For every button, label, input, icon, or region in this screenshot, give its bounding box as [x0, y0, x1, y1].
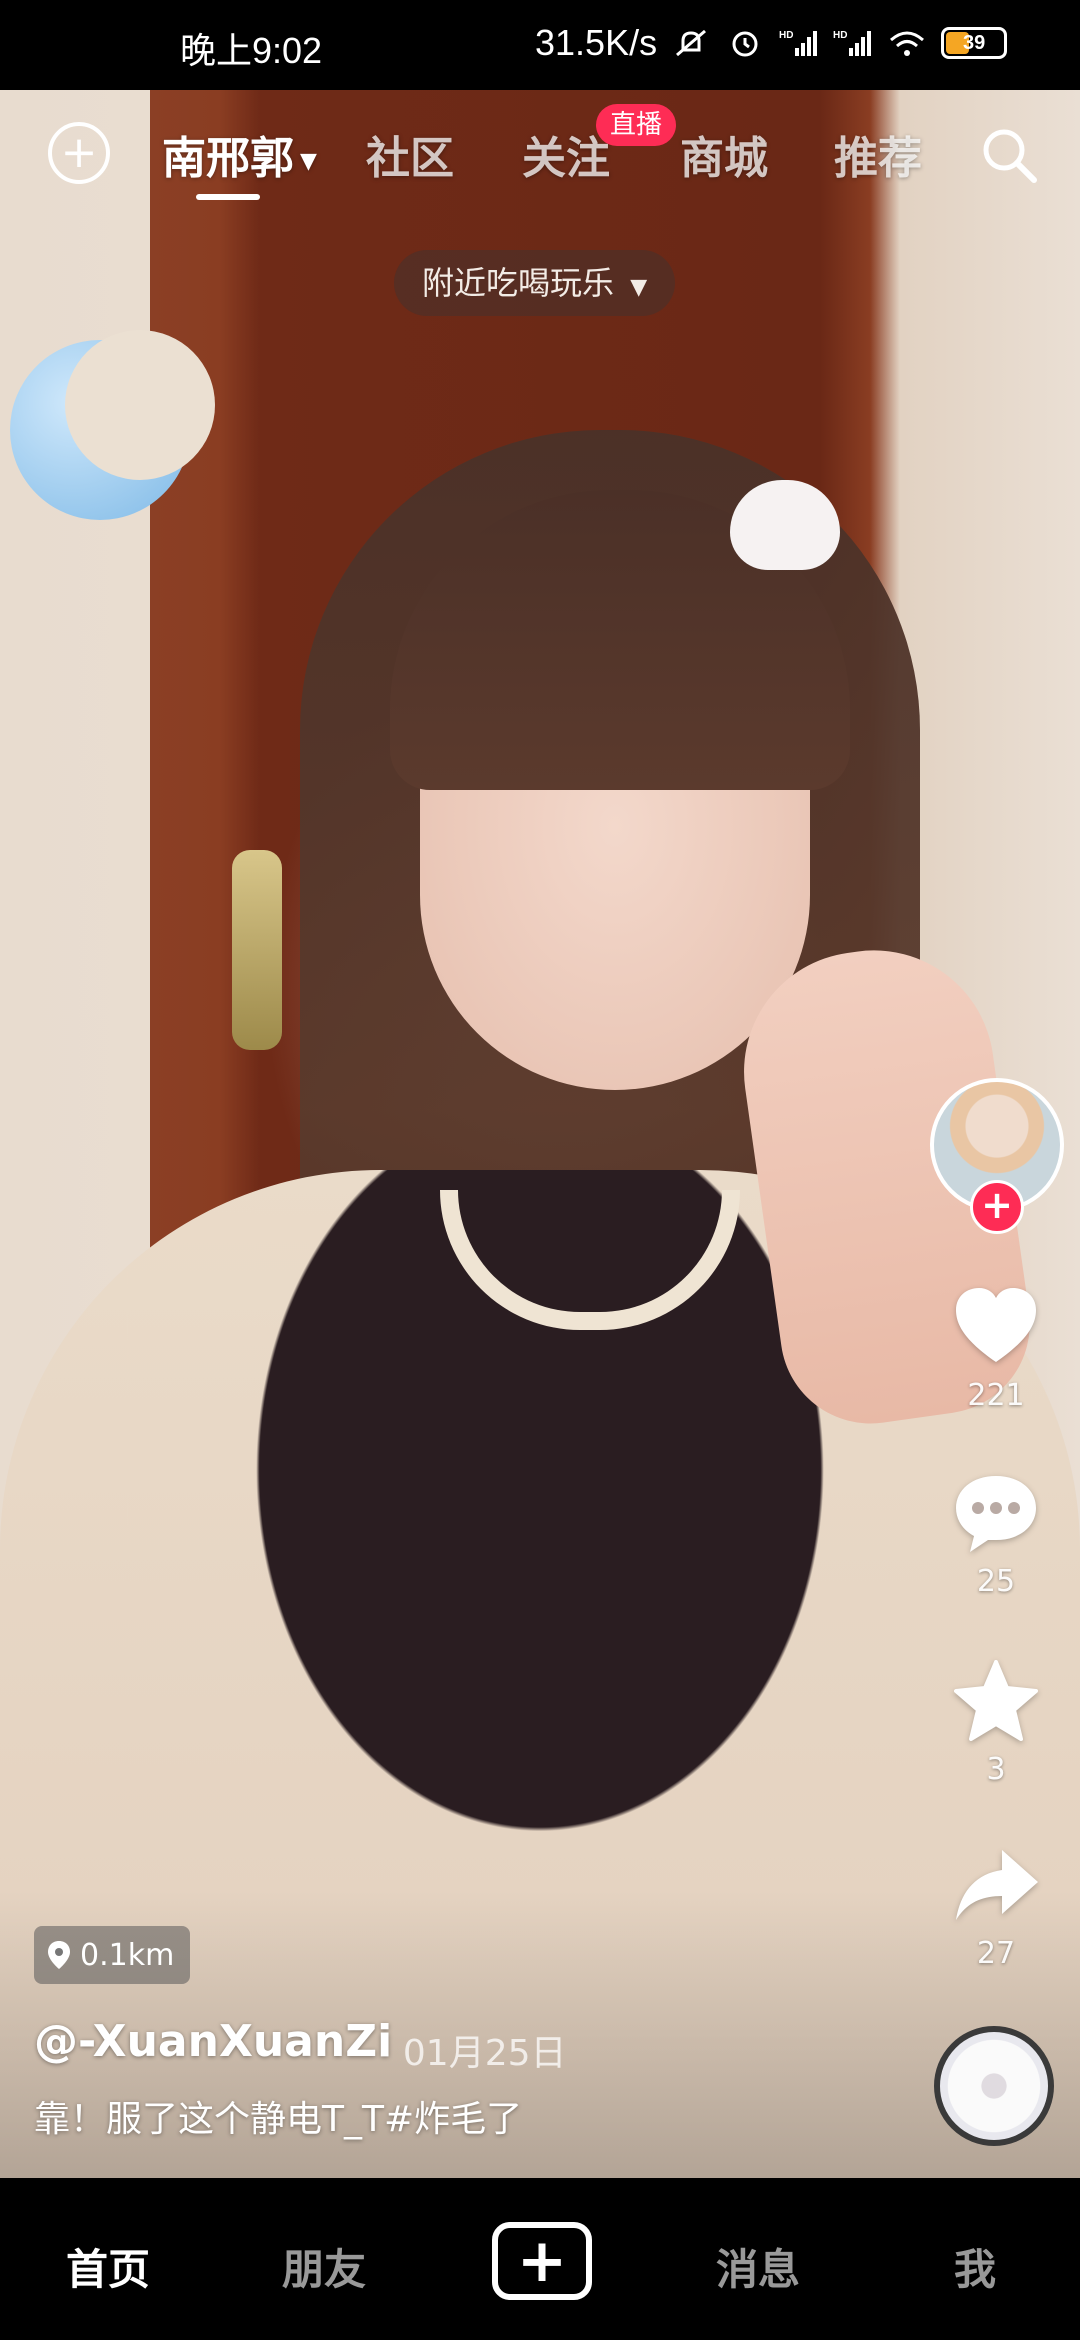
share-icon [956, 1850, 1038, 1920]
mute-icon [676, 29, 707, 57]
music-disc[interactable] [934, 2026, 1054, 2146]
comment-icon [956, 1476, 1036, 1552]
location-pin-icon [48, 1941, 70, 1969]
hd-signal-icon: HD [779, 30, 818, 56]
status-icons: 31.5K/s HD HD 39 [535, 22, 1008, 64]
caret-down-icon: ▼ [630, 275, 648, 300]
svg-text:HD: HD [833, 30, 847, 41]
share-count: 27 [976, 1936, 1016, 1971]
heart-icon [956, 1288, 1036, 1362]
active-tab-indicator [196, 194, 260, 200]
star-icon [954, 1660, 1038, 1741]
nearby-filter-label: 附近吃喝玩乐 [422, 264, 615, 302]
like-count: 221 [967, 1378, 1025, 1413]
caret-down-icon: ▼ [300, 148, 317, 174]
alarm-icon [732, 31, 758, 57]
plus-circle-icon[interactable]: + [48, 122, 110, 184]
tab-home[interactable]: 首页 [66, 2236, 150, 2297]
tab-me[interactable]: 我 [954, 2236, 996, 2297]
svg-text:HD: HD [779, 30, 793, 41]
favorite-button[interactable]: 3 [940, 1656, 1052, 1787]
status-time: 晚上9:02 [180, 30, 323, 71]
wifi-icon [890, 31, 925, 56]
screen: 晚上9:02 31.5K/s HD HD 39 + 南邢郭 ▼ 社区 关注 直播… [0, 0, 1080, 2340]
favorite-count: 3 [986, 1752, 1006, 1787]
search-icon[interactable] [976, 122, 1042, 188]
comment-button[interactable]: 25 [940, 1468, 1052, 1599]
like-button[interactable]: 221 [940, 1282, 1052, 1413]
share-button[interactable]: 27 [940, 1840, 1052, 1971]
video-player[interactable] [0, 90, 1080, 2270]
post-date: · 01月25日 [380, 2033, 567, 2074]
tab-recommend[interactable]: 推荐 [834, 122, 922, 186]
tab-messages[interactable]: 消息 [716, 2236, 800, 2297]
tab-community[interactable]: 社区 [366, 122, 454, 186]
author-name[interactable]: @-XuanXuanZi [34, 2016, 392, 2067]
door-handle [232, 850, 282, 1050]
nearby-filter-button[interactable]: 附近吃喝玩乐 ▼ [394, 250, 676, 316]
battery-icon: 39 [941, 27, 1008, 59]
create-button[interactable]: + [492, 2222, 592, 2300]
follow-button[interactable]: + [970, 1180, 1024, 1234]
comment-count: 25 [976, 1564, 1016, 1599]
video-caption[interactable]: 靠！服了这个静电T_T#炸毛了 [34, 2090, 522, 2142]
location-chip[interactable]: 0.1km [34, 1926, 191, 1984]
tab-nanxingguo[interactable]: 南邢郭 ▼ [162, 122, 317, 186]
network-speed: 31.5K/s [535, 22, 658, 63]
status-bar: 晚上9:02 31.5K/s HD HD 39 [0, 0, 1080, 90]
live-badge: 直播 [596, 104, 677, 146]
distance-label: 0.1km [80, 1937, 175, 1973]
tab-friends[interactable]: 朋友 [282, 2236, 366, 2297]
tab-label: 南邢郭 [162, 133, 294, 184]
tab-mall[interactable]: 商城 [680, 122, 768, 186]
hd-signal-icon: HD [833, 30, 872, 56]
bunny-hairclip [730, 480, 840, 570]
battery-level: 39 [962, 31, 986, 54]
moon-sticker [10, 330, 215, 520]
plus-square-icon: + [516, 2226, 568, 2296]
